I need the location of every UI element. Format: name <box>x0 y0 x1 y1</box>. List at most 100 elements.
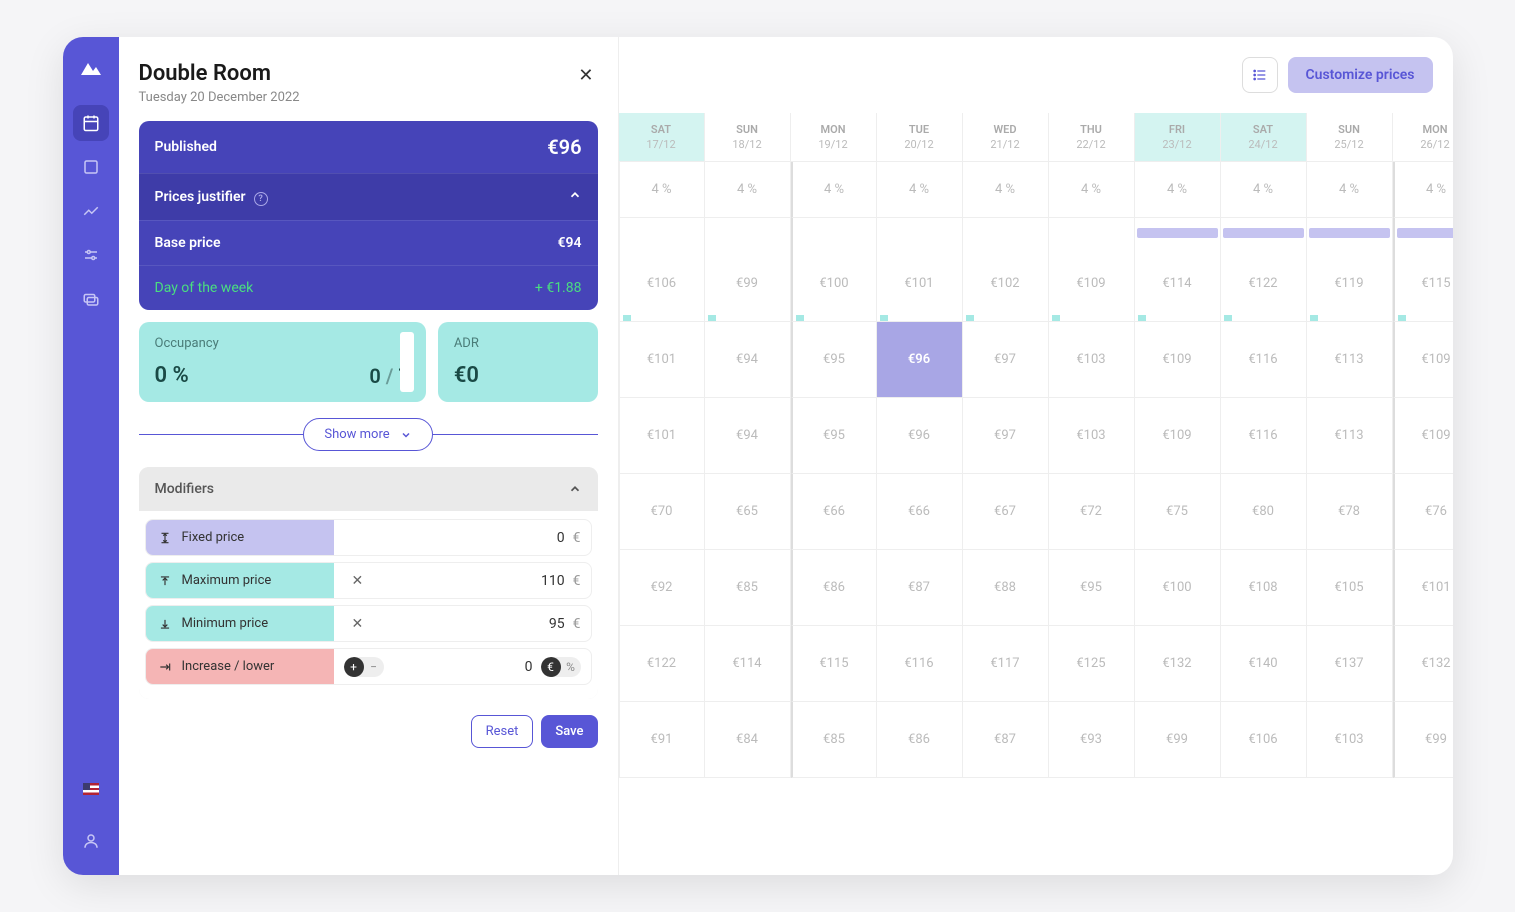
price-cell[interactable]: €85 <box>705 550 791 626</box>
price-cell[interactable]: €84 <box>705 702 791 778</box>
price-cell[interactable]: €94 <box>705 322 791 398</box>
price-cell[interactable]: €88 <box>963 550 1049 626</box>
price-cell[interactable]: €87 <box>877 550 963 626</box>
euro-button[interactable]: € <box>541 657 561 677</box>
price-cell[interactable]: €132 <box>1135 626 1221 702</box>
price-cell[interactable]: €101 <box>619 398 705 474</box>
price-cell[interactable]: €93 <box>1049 702 1135 778</box>
percent-button[interactable]: % <box>561 657 581 677</box>
max-price-input[interactable] <box>505 573 565 589</box>
price-cell[interactable]: €122 <box>1221 246 1307 322</box>
price-cell[interactable]: €101 <box>1393 550 1453 626</box>
price-cell[interactable]: €100 <box>791 246 877 322</box>
clear-max-button[interactable]: ✕ <box>344 573 364 589</box>
price-cell[interactable]: €67 <box>963 474 1049 550</box>
price-cell[interactable]: €92 <box>619 550 705 626</box>
price-cell[interactable]: €101 <box>877 246 963 322</box>
price-cell[interactable]: €95 <box>791 322 877 398</box>
reset-button[interactable]: Reset <box>471 715 534 748</box>
price-cell[interactable]: €95 <box>1049 550 1135 626</box>
adjust-input[interactable] <box>493 659 533 675</box>
save-button[interactable]: Save <box>541 715 597 748</box>
price-cell[interactable]: €140 <box>1221 626 1307 702</box>
nav-rooms[interactable] <box>73 149 109 185</box>
language-flag[interactable] <box>73 771 109 807</box>
price-cell[interactable]: €72 <box>1049 474 1135 550</box>
min-price-input[interactable] <box>505 616 565 632</box>
justifier-toggle[interactable]: Prices justifier? <box>139 173 598 220</box>
nav-billing[interactable] <box>73 281 109 317</box>
modifiers-toggle[interactable]: Modifiers <box>139 467 598 511</box>
price-cell[interactable]: €70 <box>619 474 705 550</box>
price-cell[interactable]: €66 <box>791 474 877 550</box>
nav-profile[interactable] <box>73 823 109 859</box>
price-cell[interactable]: €86 <box>877 702 963 778</box>
price-cell[interactable]: €125 <box>1049 626 1135 702</box>
flag-icon <box>83 783 99 795</box>
price-cell[interactable]: €114 <box>705 626 791 702</box>
price-cell[interactable]: €78 <box>1307 474 1393 550</box>
price-cell[interactable]: €137 <box>1307 626 1393 702</box>
price-cell[interactable]: €87 <box>963 702 1049 778</box>
price-cell[interactable]: €75 <box>1135 474 1221 550</box>
price-cell[interactable]: €119 <box>1307 246 1393 322</box>
price-cell[interactable]: €97 <box>963 322 1049 398</box>
price-cell[interactable]: €106 <box>619 246 705 322</box>
price-cell[interactable]: €95 <box>791 398 877 474</box>
customize-prices-button[interactable]: Customize prices <box>1288 57 1433 93</box>
price-cell[interactable]: €65 <box>705 474 791 550</box>
price-cell[interactable]: €96 <box>877 398 963 474</box>
price-cell[interactable]: €109 <box>1393 322 1453 398</box>
price-cell[interactable]: €108 <box>1221 550 1307 626</box>
price-cell[interactable]: €91 <box>619 702 705 778</box>
price-cell[interactable]: €109 <box>1393 398 1453 474</box>
price-cell[interactable]: €115 <box>791 626 877 702</box>
price-cell[interactable]: €94 <box>705 398 791 474</box>
help-icon[interactable]: ? <box>254 192 268 206</box>
price-cell[interactable]: €97 <box>963 398 1049 474</box>
price-cell[interactable]: €102 <box>963 246 1049 322</box>
price-cell[interactable]: €86 <box>791 550 877 626</box>
unit-toggle[interactable]: € % <box>541 657 581 677</box>
price-cell[interactable]: €99 <box>1135 702 1221 778</box>
price-cell[interactable]: €109 <box>1135 398 1221 474</box>
price-cell[interactable]: €117 <box>963 626 1049 702</box>
price-cell[interactable]: €100 <box>1135 550 1221 626</box>
list-view-button[interactable] <box>1242 57 1278 93</box>
close-button[interactable]: ✕ <box>574 61 597 90</box>
price-cell[interactable]: €66 <box>877 474 963 550</box>
price-cell[interactable]: €106 <box>1221 702 1307 778</box>
price-cell[interactable]: €113 <box>1307 398 1393 474</box>
price-cell[interactable]: €132 <box>1393 626 1453 702</box>
nav-analytics[interactable] <box>73 193 109 229</box>
day-header: TUE20/12 <box>877 113 963 162</box>
price-cell[interactable]: €109 <box>1049 246 1135 322</box>
plus-button[interactable]: + <box>344 657 364 677</box>
sign-toggle[interactable]: + − <box>344 657 384 677</box>
price-cell[interactable]: €76 <box>1393 474 1453 550</box>
nav-calendar[interactable] <box>73 105 109 141</box>
minus-button[interactable]: − <box>364 657 384 677</box>
price-cell[interactable]: €80 <box>1221 474 1307 550</box>
price-cell[interactable]: €99 <box>705 246 791 322</box>
price-cell[interactable]: €101 <box>619 322 705 398</box>
price-cell[interactable]: €116 <box>1221 398 1307 474</box>
price-cell[interactable]: €103 <box>1049 322 1135 398</box>
price-cell[interactable]: €85 <box>791 702 877 778</box>
price-cell[interactable]: €103 <box>1307 702 1393 778</box>
price-cell[interactable]: €113 <box>1307 322 1393 398</box>
price-cell[interactable]: €99 <box>1393 702 1453 778</box>
price-cell[interactable]: €122 <box>619 626 705 702</box>
fixed-price-input[interactable] <box>505 530 565 546</box>
price-cell[interactable]: €114 <box>1135 246 1221 322</box>
price-cell[interactable]: €109 <box>1135 322 1221 398</box>
price-cell[interactable]: €103 <box>1049 398 1135 474</box>
clear-min-button[interactable]: ✕ <box>344 616 364 632</box>
show-more-button[interactable]: Show more <box>303 418 432 451</box>
price-cell[interactable]: €96 <box>877 322 963 398</box>
price-cell[interactable]: €116 <box>877 626 963 702</box>
price-cell[interactable]: €116 <box>1221 322 1307 398</box>
nav-settings[interactable] <box>73 237 109 273</box>
price-cell[interactable]: €105 <box>1307 550 1393 626</box>
price-cell[interactable]: €115 <box>1393 246 1453 322</box>
